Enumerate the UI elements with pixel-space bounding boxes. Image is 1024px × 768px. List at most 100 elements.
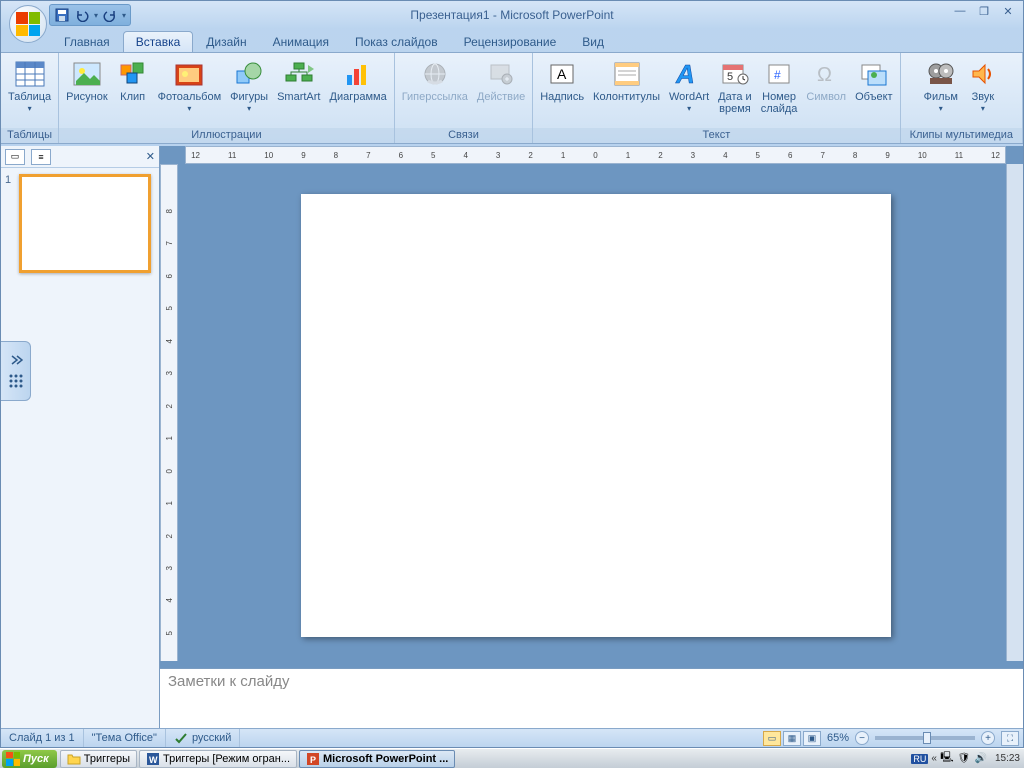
chevron-down-icon: ▾ (187, 104, 191, 113)
picture-icon (71, 58, 103, 90)
status-theme[interactable]: "Тема Office" (84, 729, 166, 747)
minimize-button[interactable]: — (949, 3, 971, 19)
chevron-down-icon: ▾ (247, 104, 251, 113)
office-button[interactable] (9, 5, 47, 43)
symbol-button: ΩСимвол (802, 55, 850, 106)
headerfooter-button[interactable]: Колонтитулы (589, 55, 664, 106)
photoalbum-button[interactable]: Фотоальбом▾ (154, 55, 226, 116)
undo-icon[interactable] (74, 7, 90, 23)
svg-text:Ω: Ω (817, 64, 832, 86)
clip-icon (117, 58, 149, 90)
svg-text:5: 5 (727, 71, 733, 83)
status-language[interactable]: русский (166, 729, 240, 747)
horizontal-ruler[interactable]: 1211109876543210123456789101112 (185, 146, 1006, 164)
tray-icon-3[interactable]: 🔊 (974, 752, 988, 766)
slides-tab[interactable]: ▭ (5, 149, 25, 165)
slide-thumbnails: 1 (1, 168, 159, 728)
zoom-out-button[interactable]: − (855, 731, 869, 745)
tab-slideshow[interactable]: Показ слайдов (342, 31, 451, 52)
titlebar: ▾ ▾ Презентация1 - Microsoft PowerPoint … (1, 1, 1023, 28)
svg-text:A: A (675, 61, 695, 87)
chart-button[interactable]: Диаграмма (326, 55, 391, 106)
slide-canvas-area[interactable] (185, 164, 1006, 661)
taskbar-item-word[interactable]: W Триггеры [Режим огран... (139, 750, 297, 768)
action-button: Действие (473, 55, 529, 106)
shapes-button[interactable]: Фигуры▾ (226, 55, 272, 116)
chevron-down-icon: ▾ (28, 104, 32, 113)
clip-button[interactable]: Клип (113, 55, 153, 107)
zoom-in-button[interactable]: + (981, 731, 995, 745)
undo-dropdown-icon[interactable]: ▾ (94, 11, 98, 20)
group-label-tables: Таблицы (1, 128, 58, 143)
normal-view-button[interactable]: ▭ (763, 731, 781, 746)
taskbar-item-folder[interactable]: Триггеры (60, 750, 137, 768)
start-button[interactable]: Пуск (2, 750, 57, 768)
notes-pane[interactable]: Заметки к слайду (160, 668, 1023, 728)
tray-expand-icon[interactable]: « (931, 753, 937, 764)
quick-access-toolbar: ▾ ▾ (49, 4, 131, 26)
ribbon: Таблица ▾ Таблицы Рисунок Клип Фотоальбо… (1, 52, 1023, 144)
photoalbum-icon (173, 58, 205, 90)
textbox-button[interactable]: AНадпись (536, 55, 588, 107)
outline-tab[interactable]: ≡ (31, 149, 51, 165)
thumbnail-preview (19, 174, 151, 273)
group-label-links: Связи (395, 128, 533, 143)
chevron-down-icon: ▾ (687, 104, 691, 113)
close-button[interactable]: ✕ (997, 3, 1019, 19)
group-text: AНадпись Колонтитулы AWordArt▾ 5Дата и в… (533, 53, 900, 143)
slide-thumbnail-1[interactable]: 1 (5, 174, 155, 273)
vertical-ruler[interactable]: 87654321012345678 (160, 164, 178, 728)
tray-icon-2[interactable]: 🛡 (957, 752, 971, 766)
sorter-view-button[interactable]: ▦ (783, 731, 801, 746)
tab-review[interactable]: Рецензирование (451, 31, 570, 52)
save-icon[interactable] (54, 7, 70, 23)
windows-logo-icon (6, 752, 20, 766)
zoom-slider-thumb[interactable] (923, 732, 931, 744)
slide-canvas[interactable] (301, 194, 891, 637)
tab-animation[interactable]: Анимация (260, 31, 342, 52)
smartart-button[interactable]: SmartArt (273, 55, 324, 106)
language-indicator[interactable]: RU (911, 754, 928, 764)
chart-icon (342, 58, 374, 90)
office-logo-icon (16, 12, 40, 36)
group-media: Фильм▾ Звук▾ Клипы мультимедиа (901, 53, 1023, 143)
picture-button[interactable]: Рисунок (62, 55, 112, 106)
datetime-button[interactable]: 5Дата и время (714, 55, 756, 118)
collapsed-task-pane[interactable] (1, 341, 31, 401)
hyperlink-button: Гиперссылка (398, 55, 472, 106)
slidenumber-button[interactable]: #Номер слайда (757, 55, 802, 118)
window-controls: — ❐ ✕ (949, 3, 1019, 19)
movie-button[interactable]: Фильм▾ (920, 55, 962, 116)
editor-area: 1211109876543210123456789101112 87654321… (160, 146, 1023, 728)
tray-icon-1[interactable]: 🖳 (940, 752, 954, 766)
panel-tabs: ▭ ≡ ✕ (1, 146, 159, 168)
slideshow-view-button[interactable]: ▣ (803, 731, 821, 746)
vertical-scrollbar[interactable] (1006, 164, 1023, 661)
movie-icon (925, 58, 957, 90)
tab-home[interactable]: Главная (51, 31, 123, 52)
tray-clock[interactable]: 15:23 (995, 753, 1020, 764)
qat-customize-icon[interactable]: ▾ (122, 11, 126, 20)
panel-close-icon[interactable]: ✕ (146, 150, 155, 163)
zoom-slider[interactable] (875, 736, 975, 740)
window-title: Презентация1 - Microsoft PowerPoint (410, 8, 613, 22)
table-button[interactable]: Таблица ▾ (4, 55, 55, 116)
status-slide-info[interactable]: Слайд 1 из 1 (1, 729, 84, 747)
object-button[interactable]: Объект (851, 55, 896, 106)
tab-view[interactable]: Вид (569, 31, 617, 52)
redo-icon[interactable] (102, 7, 118, 23)
group-label-text: Текст (533, 128, 899, 143)
taskbar-item-powerpoint[interactable]: P Microsoft PowerPoint ... (299, 750, 455, 768)
tab-design[interactable]: Дизайн (193, 31, 259, 52)
sound-button[interactable]: Звук▾ (963, 55, 1003, 116)
restore-button[interactable]: ❐ (973, 3, 995, 19)
zoom-value[interactable]: 65% (827, 732, 849, 744)
svg-text:#: # (774, 68, 781, 82)
tab-insert[interactable]: Вставка (123, 31, 194, 52)
notes-splitter[interactable] (160, 661, 1023, 668)
symbol-icon: Ω (810, 58, 842, 90)
os-taskbar: Пуск Триггеры W Триггеры [Режим огран...… (0, 748, 1024, 768)
wordart-button[interactable]: AWordArt▾ (665, 55, 713, 116)
action-icon (485, 58, 517, 90)
fit-window-button[interactable]: ⛶ (1001, 731, 1019, 746)
